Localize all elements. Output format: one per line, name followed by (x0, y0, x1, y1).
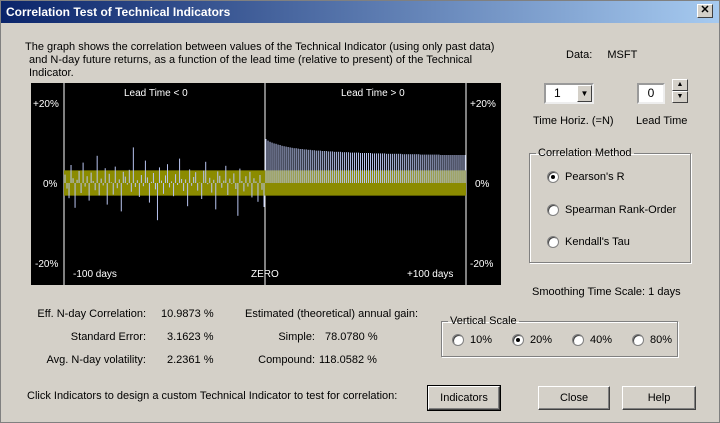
vertical-scale-legend: Vertical Scale (450, 315, 517, 327)
y-tick-top-right: +20% (470, 99, 496, 110)
correlation-method-legend: Correlation Method (538, 147, 632, 159)
window-title: Correlation Test of Technical Indicators (6, 5, 231, 19)
radio-dot-icon[interactable] (547, 236, 559, 248)
radio-dot-icon[interactable] (547, 204, 559, 216)
close-window-icon[interactable]: ✕ (697, 4, 713, 18)
lead-time-input[interactable]: 0 (637, 83, 665, 104)
x-label-center: ZERO (251, 269, 279, 280)
radio-dot-icon[interactable] (572, 334, 584, 346)
radio-kendall[interactable]: Kendall's Tau (547, 236, 630, 248)
spin-up-icon[interactable]: ▲ (672, 79, 688, 91)
radio-scale-10-label: 10% (470, 334, 493, 346)
data-label: Data: (566, 49, 593, 61)
close-button[interactable]: Close (538, 386, 610, 410)
radio-scale-40[interactable]: 40% (572, 334, 612, 346)
footer-hint: Click Indicators to design a custom Tech… (27, 390, 398, 402)
compound-gain-value: 118.0582 % (319, 354, 377, 366)
x-label-left: -100 days (73, 269, 117, 280)
radio-spearman-label: Spearman Rank-Order (565, 204, 677, 216)
y-tick-mid-left: 0% (43, 179, 58, 190)
smoothing-time-scale: Smoothing Time Scale: 1 days (532, 286, 681, 298)
correlation-chart: +20% 0% -20% +20% 0% -20% Lead Time < 0 … (31, 83, 501, 285)
radio-scale-40-label: 40% (590, 334, 613, 346)
y-tick-top-left: +20% (33, 99, 59, 110)
standard-error-band (64, 170, 466, 196)
avg-volatility-label: Avg. N-day volatility: (46, 354, 146, 366)
description: The graph shows the correlation between … (25, 41, 515, 80)
radio-scale-20-label: 20% (530, 334, 553, 346)
simple-gain-value: 78.0780 % (325, 331, 378, 343)
dialog-window: Correlation Test of Technical Indicators… (0, 0, 720, 423)
time-horizon-dropdown[interactable]: 1 ▼ (544, 83, 594, 104)
help-button[interactable]: Help (622, 386, 696, 410)
radio-spearman[interactable]: Spearman Rank-Order (547, 204, 676, 216)
eff-correlation-label: Eff. N-day Correlation: (37, 308, 146, 320)
indicators-button[interactable]: Indicators (427, 385, 501, 411)
lead-time-label: Lead Time (636, 115, 688, 127)
x-label-right: +100 days (407, 269, 453, 280)
title-bar: Correlation Test of Technical Indicators… (1, 1, 719, 23)
standard-error-value: 3.1623 % (167, 331, 214, 343)
radio-dot-icon[interactable] (512, 334, 524, 346)
radio-scale-20[interactable]: 20% (512, 334, 552, 346)
radio-scale-80-label: 80% (650, 334, 673, 346)
y-tick-mid-right: 0% (475, 179, 490, 190)
radio-scale-10[interactable]: 10% (452, 334, 492, 346)
eff-correlation-value: 10.9873 % (161, 308, 214, 320)
radio-dot-icon[interactable] (547, 171, 559, 183)
radio-pearson[interactable]: Pearson's R (547, 171, 625, 183)
radio-dot-icon[interactable] (452, 334, 464, 346)
time-horizon-label: Time Horiz. (=N) (533, 115, 614, 127)
radio-kendall-label: Kendall's Tau (565, 236, 630, 248)
lead-time-spinner[interactable]: ▲ ▼ (672, 79, 688, 103)
chart-svg: +20% 0% -20% +20% 0% -20% Lead Time < 0 … (33, 83, 496, 285)
simple-gain-label: Simple: (278, 331, 315, 343)
gain-heading: Estimated (theoretical) annual gain: (245, 308, 419, 320)
time-horizon-value: 1 (554, 86, 561, 100)
radio-scale-80[interactable]: 80% (632, 334, 672, 346)
description-line-1: The graph shows the correlation between … (25, 41, 495, 53)
spin-down-icon[interactable]: ▼ (672, 91, 688, 103)
y-tick-bottom-right: -20% (470, 259, 493, 270)
compound-gain-label: Compound: (258, 354, 315, 366)
y-tick-bottom-left: -20% (35, 259, 58, 270)
avg-volatility-value: 2.2361 % (167, 354, 214, 366)
region-left-label: Lead Time < 0 (124, 88, 188, 99)
radio-dot-icon[interactable] (632, 334, 644, 346)
data-info: Data: MSFT (566, 49, 637, 61)
description-line-2: and N-day future returns, as a function … (29, 54, 473, 79)
data-symbol: MSFT (607, 49, 638, 61)
region-right-label: Lead Time > 0 (341, 88, 405, 99)
chevron-down-icon[interactable]: ▼ (577, 85, 592, 102)
radio-pearson-label: Pearson's R (565, 171, 625, 183)
standard-error-label: Standard Error: (70, 331, 146, 343)
